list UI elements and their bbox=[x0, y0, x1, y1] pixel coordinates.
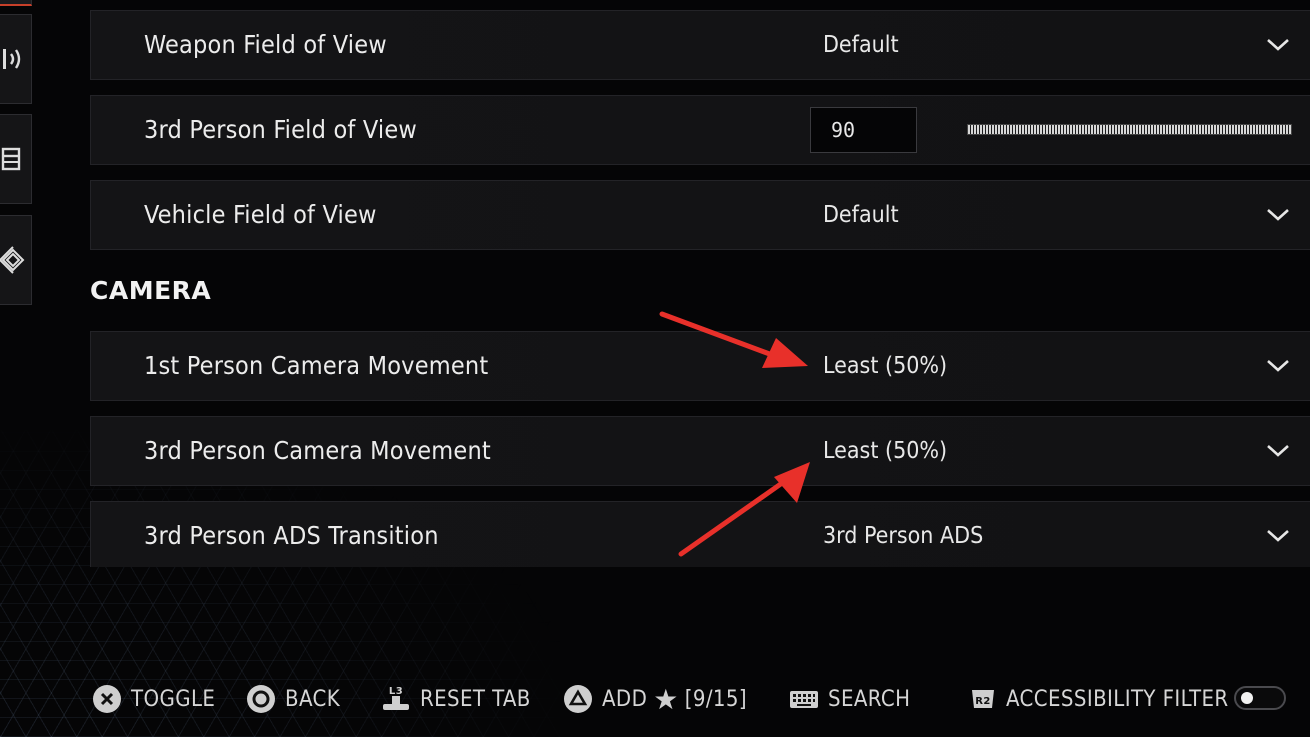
chevron-down-icon[interactable] bbox=[1266, 35, 1290, 55]
fov-slider[interactable] bbox=[967, 124, 1292, 135]
toggle-knob bbox=[1241, 692, 1253, 704]
footer-add-favorite[interactable]: ADD ★ [9/15] bbox=[563, 681, 747, 717]
setting-value[interactable]: 3rd Person ADS bbox=[823, 502, 983, 570]
setting-label: 3rd Person ADS Transition bbox=[144, 521, 439, 550]
star-icon: ★ bbox=[653, 682, 679, 716]
footer-add-label: ADD bbox=[602, 686, 648, 712]
circle-button-icon bbox=[246, 684, 276, 714]
chevron-down-icon[interactable] bbox=[1266, 205, 1290, 225]
interface-icon bbox=[1, 147, 21, 171]
footer-toggle[interactable]: TOGGLE bbox=[92, 681, 215, 717]
l3-label: L3 bbox=[389, 686, 403, 697]
cross-button-icon bbox=[92, 684, 122, 714]
setting-label: 3rd Person Field of View bbox=[144, 115, 417, 144]
keyboard-icon bbox=[789, 687, 819, 711]
side-tab-account[interactable] bbox=[0, 215, 32, 305]
setting-value[interactable]: Default bbox=[823, 181, 899, 249]
setting-row-weapon-fov[interactable]: Weapon Field of View Default bbox=[90, 10, 1310, 80]
chevron-down-icon[interactable] bbox=[1266, 441, 1290, 461]
side-tab-active[interactable] bbox=[0, 0, 32, 6]
setting-value[interactable]: Default bbox=[823, 11, 899, 79]
footer-back-label: BACK bbox=[285, 686, 341, 712]
layers-icon bbox=[0, 246, 25, 274]
setting-row-3rd-person-ads-transition[interactable]: 3rd Person ADS Transition 3rd Person ADS bbox=[90, 501, 1310, 567]
audio-icon bbox=[3, 49, 21, 69]
setting-label: Vehicle Field of View bbox=[144, 200, 377, 229]
fov-number-input[interactable]: 90 bbox=[810, 107, 917, 153]
footer-accessibility-filter[interactable]: R2 ACCESSIBILITY FILTER bbox=[969, 681, 1229, 717]
setting-row-3rd-person-fov[interactable]: 3rd Person Field of View 90 bbox=[90, 95, 1310, 165]
footer-search-label: SEARCH bbox=[828, 686, 911, 712]
setting-label: 1st Person Camera Movement bbox=[144, 351, 489, 380]
triangle-button-icon bbox=[563, 684, 593, 714]
accessibility-filter-toggle[interactable] bbox=[1234, 686, 1286, 710]
chevron-down-icon[interactable] bbox=[1266, 526, 1290, 546]
setting-label: 3rd Person Camera Movement bbox=[144, 436, 491, 465]
setting-value[interactable]: Least (50%) bbox=[823, 332, 947, 400]
footer-search[interactable]: SEARCH bbox=[789, 681, 910, 717]
footer-toggle-label: TOGGLE bbox=[131, 686, 216, 712]
side-tab-audio[interactable] bbox=[0, 14, 32, 104]
section-title-camera: CAMERA bbox=[90, 276, 212, 305]
setting-label: Weapon Field of View bbox=[144, 30, 387, 59]
footer-accessibility-filter-label: ACCESSIBILITY FILTER bbox=[1006, 686, 1229, 712]
l3-stick-icon: L3 bbox=[381, 683, 411, 715]
r2-label: R2 bbox=[975, 696, 990, 707]
footer-reset-tab[interactable]: L3 RESET TAB bbox=[381, 681, 531, 717]
favorites-count: [9/15] bbox=[684, 686, 748, 712]
side-tab-interface[interactable] bbox=[0, 114, 32, 204]
setting-row-3rd-person-camera-movement[interactable]: 3rd Person Camera Movement Least (50%) bbox=[90, 416, 1310, 486]
setting-row-1st-person-camera-movement[interactable]: 1st Person Camera Movement Least (50%) bbox=[90, 331, 1310, 401]
footer-reset-tab-label: RESET TAB bbox=[420, 686, 531, 712]
footer-back[interactable]: BACK bbox=[246, 681, 340, 717]
setting-row-vehicle-fov[interactable]: Vehicle Field of View Default bbox=[90, 180, 1310, 250]
r2-trigger-icon: R2 bbox=[969, 686, 997, 712]
chevron-down-icon[interactable] bbox=[1266, 356, 1290, 376]
setting-value[interactable]: Least (50%) bbox=[823, 417, 947, 485]
